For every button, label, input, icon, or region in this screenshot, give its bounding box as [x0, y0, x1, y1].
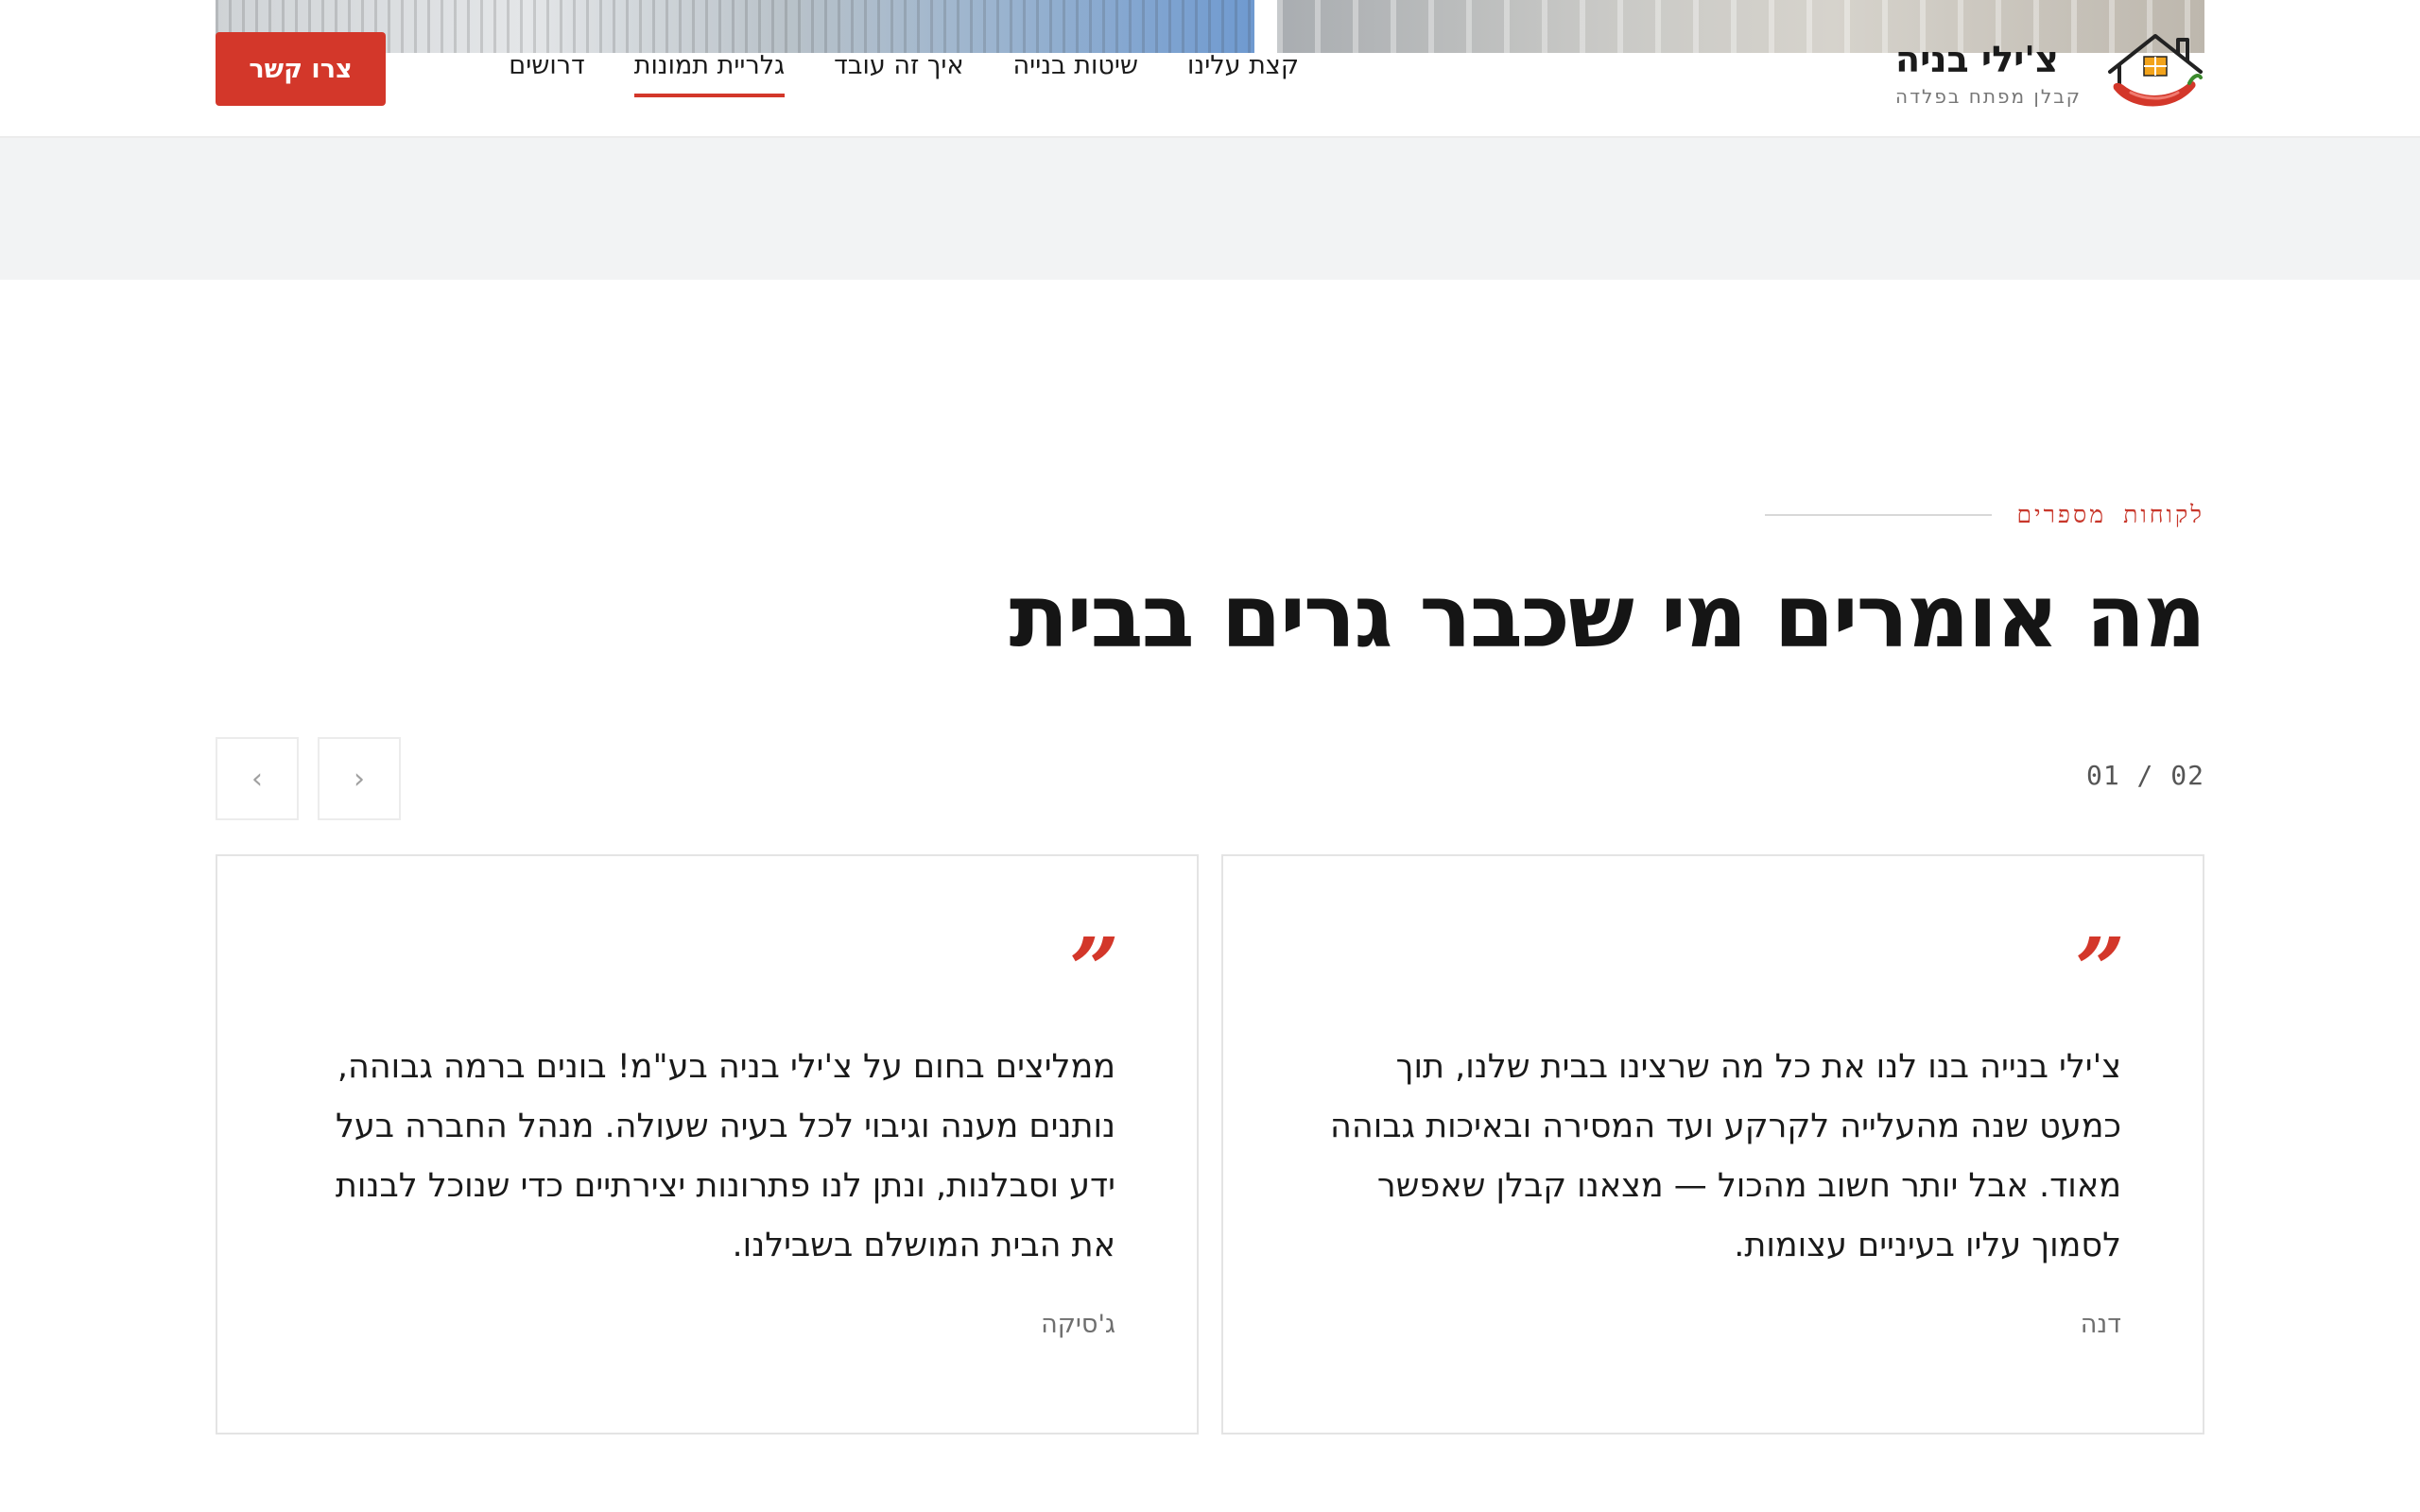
page: צ'ילי בניה קבלן מפתח בפלדה קצת עלינו שיט… — [0, 0, 2420, 1512]
slider-arrows: ‹ › — [216, 737, 401, 820]
testimonial-text: צ'ילי בנייה בנו לנו את כל מה שרצינו בבית… — [1330, 1048, 2121, 1264]
nav-item-gallery[interactable]: גלריית תמונות — [633, 51, 786, 97]
site-header: צ'ילי בניה קבלן מפתח בפלדה קצת עלינו שיט… — [0, 0, 2420, 138]
logo-house-chili-icon — [2108, 34, 2203, 107]
chevron-right-icon: › — [354, 762, 365, 796]
brand[interactable]: צ'ילי בניה קבלן מפתח בפלדה — [1895, 30, 2204, 115]
brand-name: צ'ילי בניה — [1895, 39, 2059, 80]
prev-slide-button[interactable]: ‹ — [216, 737, 299, 820]
testimonial-card: ” ממליצים בחום על צ'ילי בניה בע"מ! בונים… — [216, 854, 1199, 1435]
testimonial-card: ” צ'ילי בנייה בנו לנו את כל מה שרצינו בב… — [1221, 854, 2204, 1435]
contact-button[interactable]: צרו קשר — [216, 32, 386, 106]
testimonial-cards: ” צ'ילי בנייה בנו לנו את כל מה שרצינו בב… — [216, 854, 2204, 1435]
quote-icon: ” — [2075, 919, 2125, 1021]
slide-counter: 01 / 02 — [2085, 760, 2204, 791]
eyebrow-label: לקוחות מספרים — [2016, 501, 2204, 528]
testimonial-author: ג'סיקה — [1041, 1310, 1115, 1339]
main-nav: קצת עלינו שיטות בנייה איך זה עובד גלריית… — [509, 51, 1299, 97]
eyebrow-divider — [1765, 514, 1993, 516]
quote-icon: ” — [1069, 919, 1119, 1021]
brand-tagline: קבלן מפתח בפלדה — [1895, 85, 2082, 108]
nav-item-how-it-works[interactable]: איך זה עובד — [834, 51, 963, 97]
testimonial-text: ממליצים בחום על צ'ילי בניה בע"מ! בונים ב… — [335, 1048, 1115, 1264]
nav-item-careers[interactable]: דרושים — [509, 51, 584, 97]
section-eyebrow: לקוחות מספרים — [1765, 501, 2204, 529]
section-title: מה אומרים מי שכבר גרים בבית — [1009, 566, 2206, 667]
nav-item-about[interactable]: קצת עלינו — [1187, 51, 1299, 97]
testimonial-author: דנה — [2080, 1310, 2121, 1339]
brand-text: צ'ילי בניה קבלן מפתח בפלדה — [1895, 38, 2082, 108]
next-slide-button[interactable]: › — [318, 737, 401, 820]
gray-band — [0, 138, 2420, 280]
chevron-left-icon: ‹ — [251, 762, 263, 796]
nav-item-building-methods[interactable]: שיטות בנייה — [1013, 51, 1139, 97]
